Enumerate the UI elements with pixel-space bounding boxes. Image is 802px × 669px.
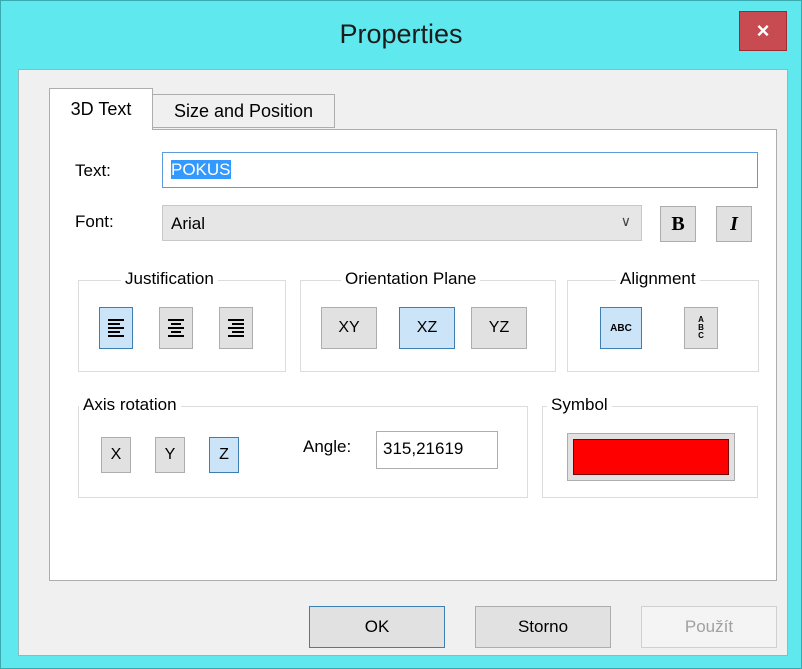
font-select-value: Arial xyxy=(171,214,206,233)
justification-group: Justification xyxy=(78,269,286,372)
angle-label: Angle: xyxy=(303,437,352,456)
axis-rotation-group: Axis rotation X Y Z Angle: 315,21619 xyxy=(78,395,528,498)
properties-dialog: Properties × 3D Text Size and Position T… xyxy=(0,0,802,669)
italic-button[interactable]: I xyxy=(716,206,752,242)
symbol-group: Symbol xyxy=(542,395,758,498)
vertical-text-icon: A B C xyxy=(698,316,704,340)
italic-icon: I xyxy=(730,212,738,235)
align-left-icon xyxy=(108,319,124,337)
font-label: Font: xyxy=(75,212,114,231)
justify-left-button[interactable] xyxy=(99,307,133,349)
axis-y-button[interactable]: Y xyxy=(155,437,185,473)
vertical-letter-c: C xyxy=(698,331,704,340)
ok-button[interactable]: OK xyxy=(309,606,445,648)
tab-size-and-position[interactable]: Size and Position xyxy=(153,94,335,128)
dialog-client-area: 3D Text Size and Position Text: POKUS Fo… xyxy=(18,69,788,656)
text-label: Text: xyxy=(75,161,111,180)
text-input-value: POKUS xyxy=(171,160,231,179)
justify-center-button[interactable] xyxy=(159,307,193,349)
axis-z-button[interactable]: Z xyxy=(209,437,239,473)
bold-icon: B xyxy=(671,212,685,235)
cancel-button[interactable]: Storno xyxy=(475,606,611,648)
tab-3d-text[interactable]: 3D Text xyxy=(49,88,153,130)
alignment-title: Alignment xyxy=(616,269,700,289)
justification-title: Justification xyxy=(121,269,218,289)
symbol-color-button[interactable] xyxy=(567,433,735,481)
text-input[interactable]: POKUS xyxy=(162,152,758,188)
font-select[interactable]: Arial ∨ xyxy=(162,205,642,241)
axis-x-button[interactable]: X xyxy=(101,437,131,473)
align-center-icon xyxy=(168,319,184,337)
alignment-group: Alignment ABC A B C xyxy=(567,269,759,372)
symbol-color-swatch xyxy=(573,439,729,475)
symbol-title: Symbol xyxy=(547,395,612,415)
apply-button[interactable]: Použít xyxy=(641,606,777,648)
orientation-plane-title: Orientation Plane xyxy=(341,269,481,289)
horizontal-text-icon: ABC xyxy=(610,322,632,334)
orientation-plane-group: Orientation Plane XY XZ YZ xyxy=(300,269,556,372)
dialog-title: Properties xyxy=(339,19,463,49)
align-right-icon xyxy=(228,319,244,337)
alignment-vertical-button[interactable]: A B C xyxy=(684,307,718,349)
close-icon: × xyxy=(756,18,770,43)
plane-xz-button[interactable]: XZ xyxy=(399,307,455,349)
alignment-horizontal-button[interactable]: ABC xyxy=(600,307,642,349)
angle-input[interactable]: 315,21619 xyxy=(376,431,498,469)
bold-button[interactable]: B xyxy=(660,206,696,242)
chevron-down-icon: ∨ xyxy=(620,213,631,229)
plane-yz-button[interactable]: YZ xyxy=(471,307,527,349)
close-button[interactable]: × xyxy=(739,11,787,51)
justify-right-button[interactable] xyxy=(219,307,253,349)
plane-xy-button[interactable]: XY xyxy=(321,307,377,349)
tab-panel-3d-text: Text: POKUS Font: Arial ∨ B I Justificat… xyxy=(49,129,777,581)
axis-rotation-title: Axis rotation xyxy=(79,395,181,415)
